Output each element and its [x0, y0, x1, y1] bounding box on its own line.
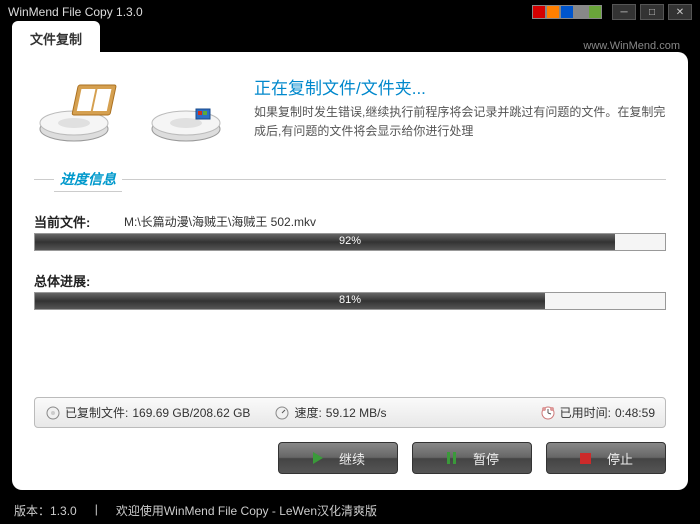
- tab-bar: 文件复制 www.WinMend.com: [12, 24, 688, 52]
- stop-button[interactable]: 停止: [546, 442, 666, 474]
- disk-icon: [45, 405, 61, 421]
- current-file-path: M:\长篇动漫\海贼王\海贼王 502.mkv: [124, 213, 316, 230]
- action-info: 正在复制文件/文件夹... 如果复制时发生错误,继续执行前程序将会记录并跳过有问…: [254, 74, 666, 141]
- section-label: 进度信息: [54, 167, 122, 192]
- pause-button[interactable]: 暂停: [412, 442, 532, 474]
- pause-icon: [445, 451, 459, 465]
- welcome-text: 欢迎使用WinMend File Copy - LeWen汉化清爽版: [116, 502, 377, 519]
- stop-label: 停止: [607, 449, 633, 468]
- current-file-row: 当前文件: M:\长篇动漫\海贼王\海贼王 502.mkv: [34, 212, 666, 231]
- swatch-green[interactable]: [588, 5, 602, 19]
- stat-elapsed: 已用时间: 0:48:59: [540, 404, 655, 421]
- elapsed-value: 0:48:59: [615, 406, 655, 420]
- play-icon: [311, 451, 325, 465]
- stat-speed: 速度: 59.12 MB/s: [274, 404, 386, 421]
- current-progress-text: 92%: [35, 235, 665, 247]
- overall-row: 总体进展:: [34, 271, 666, 290]
- button-row: 继续 暂停 停止: [34, 442, 666, 474]
- stat-copied: 已复制文件: 169.69 GB/208.62 GB: [45, 404, 250, 421]
- titlebar: WinMend File Copy 1.3.0 ─ □ ✕: [0, 0, 700, 24]
- action-description: 如果复制时发生错误,继续执行前程序将会记录并跳过有问题的文件。在复制完成后,有问…: [254, 103, 666, 141]
- stop-icon: [579, 451, 593, 465]
- current-progress-bar: 92%: [34, 233, 666, 251]
- overall-label: 总体进展:: [34, 271, 124, 290]
- stats-bar: 已复制文件: 169.69 GB/208.62 GB 速度: 59.12 MB/…: [34, 397, 666, 428]
- copied-value: 169.69 GB/208.62 GB: [132, 406, 250, 420]
- speed-label: 速度:: [294, 404, 321, 421]
- version: 版本：1.3.0: [14, 502, 77, 519]
- minimize-button[interactable]: ─: [612, 4, 636, 20]
- website-link[interactable]: www.WinMend.com: [583, 40, 688, 52]
- swatch-gray[interactable]: [574, 5, 588, 19]
- window-title: WinMend File Copy 1.3.0: [8, 5, 532, 19]
- section-separator: 进度信息: [34, 167, 666, 192]
- overall-progress-text: 81%: [35, 294, 665, 306]
- close-button[interactable]: ✕: [668, 4, 692, 20]
- action-title: 正在复制文件/文件夹...: [254, 74, 666, 99]
- dest-drive-icon: [144, 74, 234, 149]
- elapsed-label: 已用时间:: [560, 404, 611, 421]
- pause-label: 暂停: [473, 449, 499, 468]
- window-controls: ─ □ ✕: [612, 4, 692, 20]
- main-panel: 正在复制文件/文件夹... 如果复制时发生错误,继续执行前程序将会记录并跳过有问…: [12, 52, 688, 490]
- footer: 版本：1.3.0 | 欢迎使用WinMend File Copy - LeWen…: [0, 496, 700, 519]
- theme-swatches[interactable]: [532, 5, 602, 19]
- swatch-red[interactable]: [532, 5, 546, 19]
- swatch-orange[interactable]: [546, 5, 560, 19]
- header-row: 正在复制文件/文件夹... 如果复制时发生错误,继续执行前程序将会记录并跳过有问…: [34, 74, 666, 149]
- copied-label: 已复制文件:: [65, 404, 128, 421]
- content-area: 文件复制 www.WinMend.com: [0, 24, 700, 496]
- gauge-icon: [274, 405, 290, 421]
- clock-icon: [540, 405, 556, 421]
- maximize-button[interactable]: □: [640, 4, 664, 20]
- continue-button[interactable]: 继续: [278, 442, 398, 474]
- continue-label: 继续: [339, 449, 365, 468]
- tab-file-copy[interactable]: 文件复制: [12, 21, 100, 52]
- overall-progress-bar: 81%: [34, 292, 666, 310]
- speed-value: 59.12 MB/s: [326, 406, 387, 420]
- swatch-blue[interactable]: [560, 5, 574, 19]
- source-drive-icon: [34, 74, 124, 149]
- current-file-label: 当前文件:: [34, 212, 124, 231]
